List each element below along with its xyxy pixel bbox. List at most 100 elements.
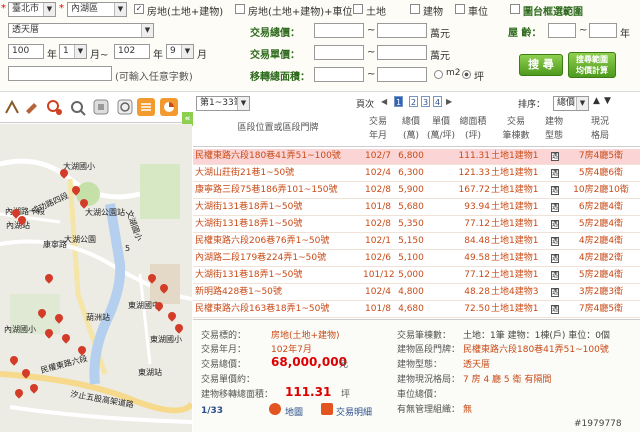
transaction-pin[interactable] bbox=[10, 356, 18, 368]
transaction-pin[interactable] bbox=[155, 302, 163, 314]
sort-select[interactable]: 總價 ▼ bbox=[553, 96, 589, 111]
search-range-average-button[interactable]: 搜尋範圍 均價計算 bbox=[568, 52, 616, 78]
transaction-pin[interactable] bbox=[168, 312, 176, 324]
sort-descending-icon[interactable]: ▼ bbox=[604, 96, 611, 106]
map-toolbar bbox=[0, 93, 192, 123]
area-unit-ping-radio[interactable] bbox=[462, 70, 471, 79]
transaction-pin[interactable] bbox=[15, 389, 23, 401]
cell-address[interactable]: 內湖路二段179巷224弄1~50號 bbox=[195, 251, 361, 266]
table-row[interactable]: 民權東路六段206巷76弄1~50號 102/1 5,150 84.48 土地1建物1 透… bbox=[193, 234, 640, 250]
type-checkbox-land[interactable] bbox=[353, 4, 363, 14]
area-unit-m2-radio[interactable] bbox=[434, 70, 443, 79]
table-row[interactable]: 內湖路二段179巷224弄1~50號 102/6 5,100 49.58 土地1建物1 透… bbox=[193, 251, 640, 267]
header-unit-price[interactable]: 單價 (萬/坪) bbox=[426, 115, 456, 143]
cell-type: 透 bbox=[545, 166, 565, 181]
cell-address[interactable]: 大湖山莊街21巷1~50號 bbox=[195, 166, 361, 181]
cell-address[interactable]: 民權東路六段163巷18弄1~50號 bbox=[195, 302, 361, 317]
refresh-map-icon[interactable] bbox=[116, 98, 134, 116]
search-button[interactable]: 搜 尋 bbox=[519, 54, 563, 76]
cell-address[interactable]: 民權東路六段180巷41弄51~100號 bbox=[195, 149, 361, 164]
transaction-pin[interactable] bbox=[30, 384, 38, 396]
next-page-icon[interactable]: ▶ bbox=[446, 97, 452, 106]
age-min-input[interactable] bbox=[548, 23, 576, 38]
page-button-2[interactable]: 2 bbox=[409, 96, 418, 107]
header-area[interactable]: 總面積 (坪) bbox=[456, 115, 490, 143]
list-layer-icon[interactable] bbox=[136, 97, 156, 117]
cell-address[interactable]: 新明路428巷1~50號 bbox=[195, 285, 361, 300]
transaction-pin[interactable] bbox=[18, 216, 26, 228]
table-row[interactable]: 大湖街131巷18弄1~50號 101/12 5,000 77.12 土地1建物1 透 5房… bbox=[193, 268, 640, 284]
full-extent-icon[interactable] bbox=[92, 98, 110, 116]
table-row[interactable]: 新明路428巷1~50號 102/4 4,800 48.28 土地4建物3 透 3房2廳3衛 bbox=[193, 285, 640, 301]
transaction-pin[interactable] bbox=[45, 329, 53, 341]
transaction-pin[interactable] bbox=[62, 334, 70, 346]
detail-label: 交易單價約： bbox=[201, 375, 256, 385]
area-min-input[interactable] bbox=[314, 67, 364, 82]
type-checkbox-parking[interactable] bbox=[455, 4, 465, 14]
results-panel: 第1~33筆 ▼ 頁次 ◀ 1 2 3 4 ▶ 排序： 總價 ▼ ▲ ▼ 區段位置或… bbox=[193, 93, 640, 432]
page-button-4[interactable]: 4 bbox=[433, 96, 442, 107]
cell-price: 5,100 bbox=[398, 253, 424, 263]
date-to-month-select[interactable]: 9 ▼ bbox=[166, 44, 194, 59]
map-canvas[interactable]: 大湖國小 內湖站 大湖公園站 大湖公園 成功路四段 內湖路一段 康寧路 文湖國小… bbox=[0, 124, 192, 432]
area-max-input[interactable] bbox=[377, 67, 427, 82]
city-select[interactable]: 臺北市 ▼ bbox=[8, 2, 56, 17]
draw-tool-icon[interactable] bbox=[24, 99, 40, 115]
cell-address[interactable]: 大湖街131巷18弄1~50號 bbox=[195, 268, 361, 283]
transaction-pin[interactable] bbox=[60, 169, 68, 181]
map-marker-icon[interactable] bbox=[269, 403, 281, 415]
district-select[interactable]: 內湖區 ▼ bbox=[67, 2, 127, 17]
locate-pin-icon[interactable] bbox=[46, 99, 64, 117]
type-checkbox-house-land-parking[interactable] bbox=[235, 4, 245, 14]
unit-price-max-input[interactable] bbox=[377, 45, 427, 60]
cell-address[interactable]: 大湖街131巷18弄1~50號 bbox=[195, 217, 361, 232]
transaction-pin[interactable] bbox=[148, 274, 156, 286]
transaction-pin[interactable] bbox=[55, 314, 63, 326]
table-row[interactable]: 民權東路六段163巷18弄1~50號 101/8 4,680 72.50 土地1建物1 透… bbox=[193, 302, 640, 318]
cell-address[interactable]: 大湖街131巷18弄1~50號 bbox=[195, 200, 361, 215]
date-from-year-input[interactable]: 100 bbox=[8, 44, 44, 59]
cell-address[interactable]: 康寧路三段75巷186弄101~150號 bbox=[195, 183, 361, 198]
date-to-year-input[interactable]: 102 bbox=[114, 44, 150, 59]
transaction-pin[interactable] bbox=[78, 346, 86, 358]
transaction-pin[interactable] bbox=[38, 309, 46, 321]
project-select[interactable]: 透天厝 ▼ bbox=[8, 23, 154, 38]
table-row[interactable]: 民權東路六段180巷41弄51~100號 102/7 6,800 111.31 土地1建… bbox=[193, 149, 640, 165]
age-max-input[interactable] bbox=[589, 23, 617, 38]
table-row[interactable]: 大湖街131巷18弄1~50號 102/8 5,350 77.12 土地1建物1 透 5房2… bbox=[193, 217, 640, 233]
statistics-icon[interactable] bbox=[159, 97, 179, 117]
measure-distance-icon[interactable] bbox=[4, 99, 20, 115]
map-select-checkbox[interactable] bbox=[510, 4, 520, 14]
cell-price: 5,680 bbox=[398, 202, 424, 212]
table-row[interactable]: 康寧路三段75巷186弄101~150號 102/8 5,900 167.72 土地1建… bbox=[193, 183, 640, 199]
cell-address[interactable]: 民權東路六段206巷76弄1~50號 bbox=[195, 234, 361, 249]
transaction-pin[interactable] bbox=[22, 369, 30, 381]
header-price[interactable]: 總價 (萬) bbox=[396, 115, 426, 143]
cell-price: 5,000 bbox=[398, 270, 424, 280]
zoom-in-icon[interactable] bbox=[70, 100, 86, 116]
transaction-pin[interactable] bbox=[175, 324, 183, 336]
page-button-3[interactable]: 3 bbox=[421, 96, 430, 107]
detail-map-link[interactable]: 地圖 bbox=[285, 405, 303, 418]
transaction-pin[interactable] bbox=[160, 284, 168, 296]
chevron-down-icon: ▼ bbox=[141, 24, 153, 37]
address-input[interactable] bbox=[8, 66, 112, 81]
page-range-select[interactable]: 第1~33筆 ▼ bbox=[196, 96, 250, 111]
table-row[interactable]: 大湖街131巷18弄1~50號 101/8 5,680 93.94 土地1建物1 透 6房2… bbox=[193, 200, 640, 216]
unit-price-min-input[interactable] bbox=[314, 45, 364, 60]
total-price-min-input[interactable] bbox=[314, 23, 364, 38]
previous-page-icon[interactable]: ◀ bbox=[381, 97, 387, 106]
type-checkbox-building[interactable] bbox=[410, 4, 420, 14]
transaction-pin[interactable] bbox=[45, 274, 53, 286]
transaction-pin[interactable] bbox=[72, 186, 80, 198]
header-date[interactable]: 交易 年月 bbox=[363, 115, 393, 143]
page-button-1[interactable]: 1 bbox=[394, 96, 403, 107]
detail-transaction-link[interactable]: 交易明細 bbox=[336, 405, 372, 418]
sort-ascending-icon[interactable]: ▲ bbox=[593, 96, 600, 106]
date-from-month-select[interactable]: 1 ▼ bbox=[59, 44, 87, 59]
total-price-max-input[interactable] bbox=[377, 23, 427, 38]
transaction-pin[interactable] bbox=[80, 199, 88, 211]
document-icon[interactable] bbox=[321, 403, 333, 415]
table-row[interactable]: 大湖山莊街21巷1~50號 102/4 6,300 121.33 土地1建物1 透 5房4廳… bbox=[193, 166, 640, 182]
type-checkbox-house-land[interactable]: ✓ bbox=[134, 4, 144, 14]
